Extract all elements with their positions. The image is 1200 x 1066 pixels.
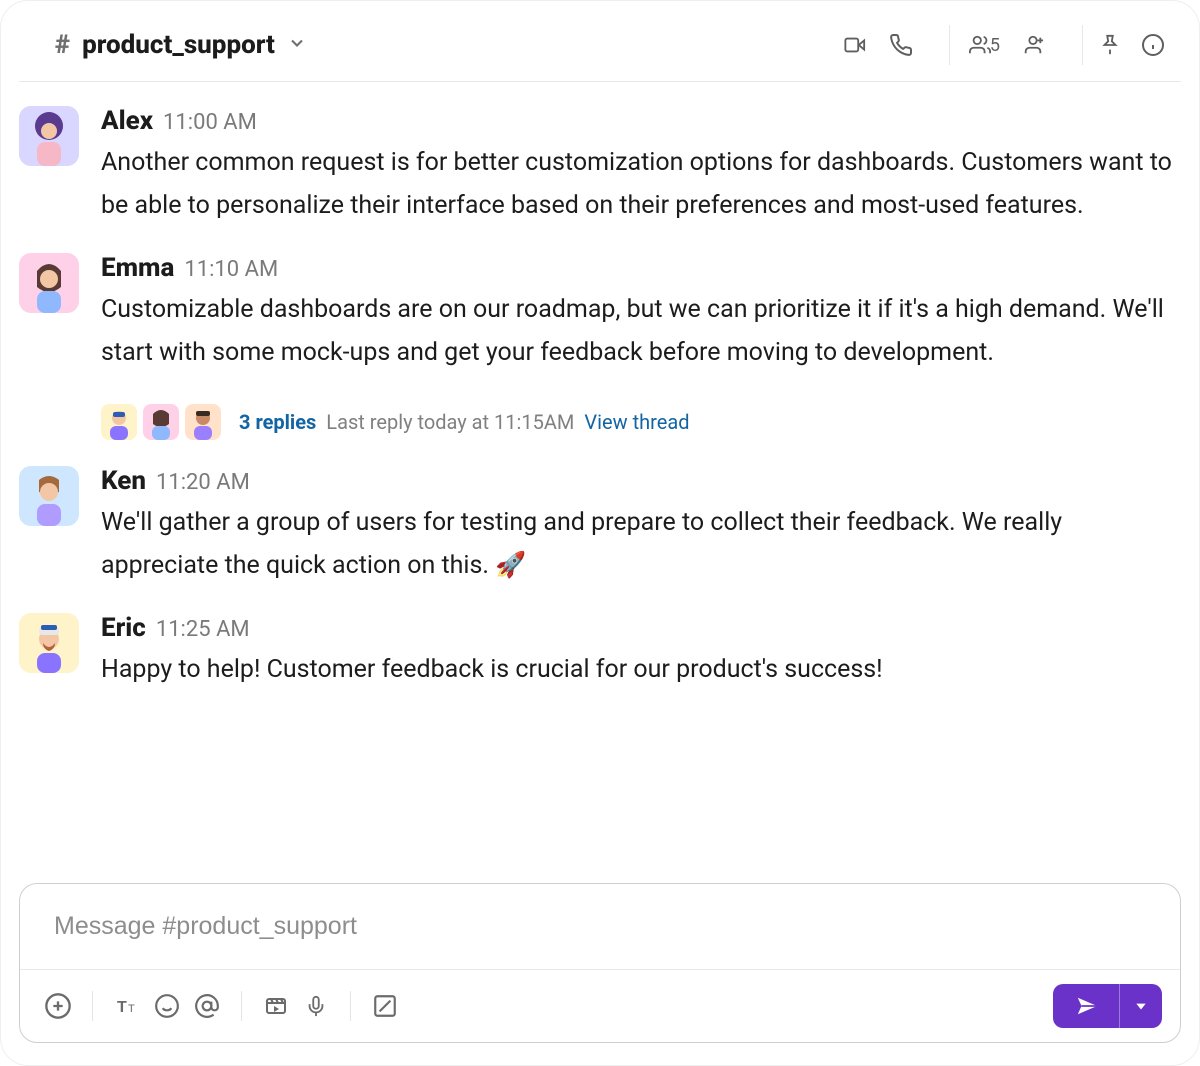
- thread-avatars: [101, 404, 221, 440]
- member-count: 5: [990, 35, 1000, 56]
- svg-text:T: T: [128, 1003, 135, 1015]
- message-author[interactable]: Emma: [101, 253, 174, 283]
- message-author[interactable]: Alex: [101, 106, 153, 136]
- message: Emma 11:10 AM Customizable dashboards ar…: [19, 253, 1181, 440]
- add-member-icon[interactable]: [1020, 34, 1046, 56]
- view-thread-link[interactable]: View thread: [584, 410, 689, 434]
- emoji-icon[interactable]: [147, 986, 187, 1026]
- message-author[interactable]: Eric: [101, 613, 146, 643]
- avatar[interactable]: [19, 613, 79, 673]
- send-button[interactable]: [1053, 984, 1162, 1028]
- avatar[interactable]: [19, 466, 79, 526]
- channel-title-button[interactable]: # product_support: [55, 32, 307, 58]
- message-list: Alex 11:00 AM Another common request is …: [19, 82, 1181, 855]
- channel-name: product_support: [82, 32, 275, 58]
- message: Eric 11:25 AM Happy to help! Customer fe…: [19, 613, 1181, 692]
- message-text: Customizable dashboards are on our roadm…: [101, 289, 1181, 374]
- info-icon[interactable]: [1141, 33, 1165, 57]
- message-composer: TT: [19, 883, 1181, 1043]
- chevron-down-icon: [287, 32, 307, 58]
- avatar[interactable]: [19, 106, 79, 166]
- message-time: 11:20 AM: [156, 470, 250, 495]
- message-text: Happy to help! Customer feedback is cruc…: [101, 649, 1181, 692]
- video-call-icon[interactable]: [841, 34, 869, 56]
- format-text-icon[interactable]: TT: [107, 986, 147, 1026]
- message-text: Another common request is for better cus…: [101, 142, 1181, 227]
- message: Alex 11:00 AM Another common request is …: [19, 106, 1181, 227]
- avatar[interactable]: [19, 253, 79, 313]
- attach-icon[interactable]: [38, 986, 78, 1026]
- channel-header: # product_support 5: [19, 19, 1181, 82]
- microphone-icon[interactable]: [296, 986, 336, 1026]
- hash-icon: #: [55, 32, 70, 58]
- video-clip-icon[interactable]: [256, 986, 296, 1026]
- message-time: 11:00 AM: [163, 110, 257, 135]
- composer-toolbar: TT: [20, 969, 1180, 1042]
- message-author[interactable]: Ken: [101, 466, 146, 496]
- shortcuts-icon[interactable]: [365, 986, 405, 1026]
- thread-replies-count: 3 replies: [239, 410, 316, 434]
- thread-summary[interactable]: 3 replies Last reply today at 11:15AM Vi…: [101, 404, 1181, 440]
- message-time: 11:25 AM: [156, 617, 250, 642]
- phone-call-icon[interactable]: [889, 33, 913, 57]
- send-icon: [1053, 984, 1119, 1028]
- message: Ken 11:20 AM We'll gather a group of use…: [19, 466, 1181, 587]
- svg-text:T: T: [117, 999, 127, 1016]
- message-text: We'll gather a group of users for testin…: [101, 502, 1181, 587]
- pin-icon[interactable]: [1099, 33, 1121, 57]
- mention-icon[interactable]: [187, 986, 227, 1026]
- message-time: 11:10 AM: [184, 257, 278, 282]
- thread-last-reply: Last reply today at 11:15AM: [326, 410, 574, 434]
- composer-input[interactable]: [54, 912, 1146, 941]
- send-options-icon[interactable]: [1119, 984, 1162, 1028]
